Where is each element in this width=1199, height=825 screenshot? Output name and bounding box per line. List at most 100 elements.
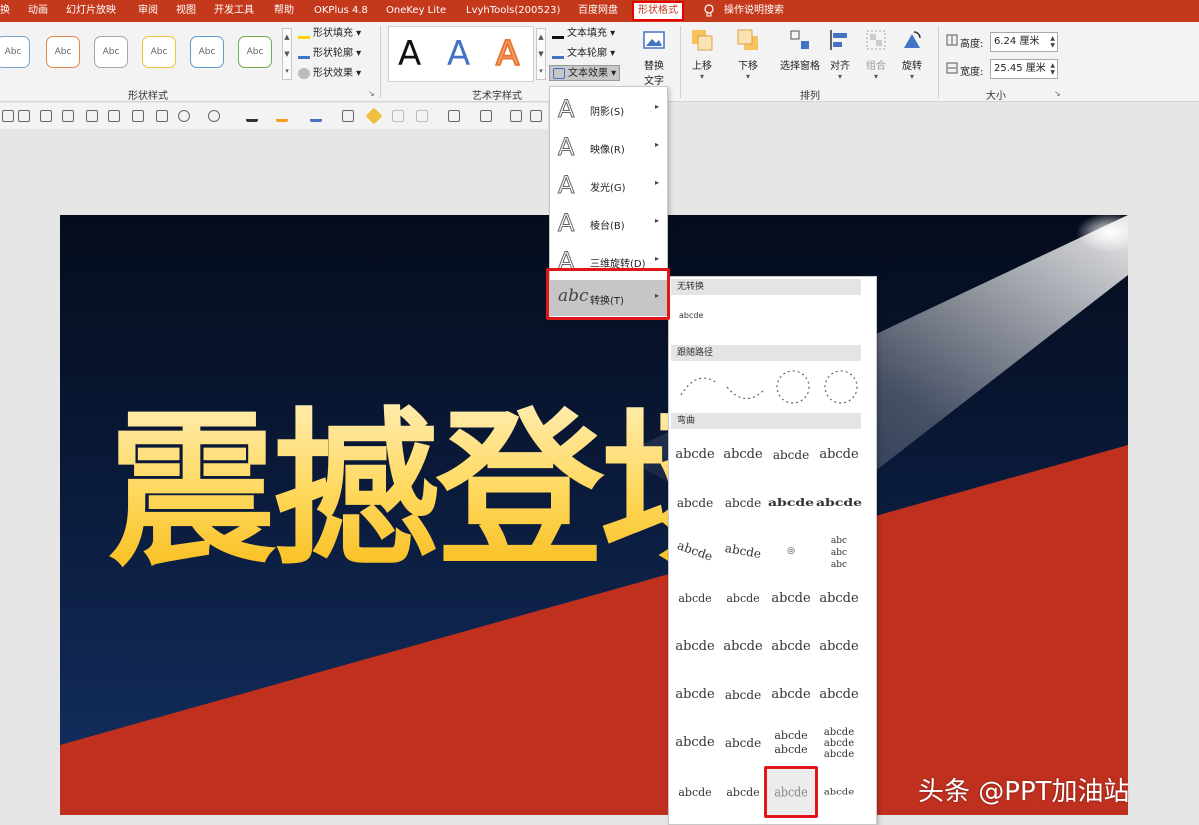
toolbar-icon[interactable]	[416, 110, 428, 122]
warp-option[interactable]: abcde	[815, 777, 863, 809]
send-backward-button[interactable]: 下移 ▾	[736, 28, 760, 81]
tab-help[interactable]: 帮助	[274, 0, 294, 22]
toolbar-icon[interactable]	[86, 110, 98, 122]
warp-option[interactable]: abcde	[719, 675, 767, 715]
toolbar-icon[interactable]	[480, 110, 492, 122]
tell-me-search[interactable]: 操作说明搜索	[724, 0, 784, 22]
wordart-scroll[interactable]: ▲ ▼ ▾	[536, 28, 546, 80]
menu-item-shadow[interactable]: A 阴影(S) ▸	[550, 91, 667, 127]
shape-fill-button[interactable]: 形状填充 ▾	[298, 26, 361, 42]
pen-color-icon[interactable]	[310, 110, 322, 122]
toolbar-icon[interactable]	[2, 110, 14, 122]
menu-item-reflection[interactable]: A 映像(R) ▸	[550, 129, 667, 165]
shape-effects-button[interactable]: 形状效果 ▾	[298, 66, 361, 82]
warp-option[interactable]: abcde	[671, 723, 719, 763]
toolbar-icon[interactable]	[62, 110, 74, 122]
menu-item-glow[interactable]: A 发光(G) ▸	[550, 167, 667, 203]
shape-style-swatch[interactable]: Abc	[238, 36, 272, 68]
shape-outline-button[interactable]: 形状轮廓 ▾	[298, 46, 361, 62]
follow-path-options[interactable]	[673, 365, 863, 411]
star-icon[interactable]	[392, 110, 404, 122]
warp-option[interactable]: abcde	[671, 579, 719, 619]
shape-style-swatch[interactable]: Abc	[142, 36, 176, 68]
highlight-icon[interactable]	[276, 110, 288, 122]
tab-developer[interactable]: 开发工具	[214, 0, 254, 22]
toolbar-icon[interactable]	[132, 110, 144, 122]
alt-text-button[interactable]: 替换 文字	[642, 28, 666, 87]
warp-option[interactable]: abcde	[671, 675, 719, 715]
warp-option[interactable]: abcde	[719, 435, 767, 475]
warp-option[interactable]: abcde	[719, 723, 767, 763]
warp-option[interactable]: abcde	[719, 627, 767, 667]
tab-transitions[interactable]: 换	[0, 0, 10, 22]
toolbar-icon[interactable]	[448, 110, 460, 122]
warp-option[interactable]: abcde	[719, 483, 767, 523]
warp-option[interactable]: abcde	[815, 579, 863, 619]
warp-option[interactable]: abcde	[716, 527, 770, 575]
toolbar-icon[interactable]	[510, 110, 522, 122]
shape-style-swatch[interactable]: Abc	[46, 36, 80, 68]
text-effects-button[interactable]: 文本效果 ▾	[549, 65, 621, 81]
tab-animations[interactable]: 动画	[28, 0, 48, 22]
rotate-button[interactable]: 旋转 ▾	[900, 28, 924, 81]
toolbar-icon[interactable]	[40, 110, 52, 122]
tab-okplus[interactable]: OKPlus 4.8	[314, 0, 368, 22]
warp-option[interactable]: abcde	[719, 773, 767, 813]
tab-view[interactable]: 视图	[176, 0, 196, 22]
width-spinner[interactable]: ▲ ▼	[1050, 62, 1055, 76]
warp-option[interactable]: abcde	[767, 627, 815, 667]
warp-option[interactable]: abcde	[666, 524, 725, 578]
warp-option[interactable]: abcde	[767, 675, 815, 715]
selection-pane-button[interactable]: 选择窗格	[780, 28, 820, 72]
warp-option[interactable]: abcde abcde	[767, 723, 815, 763]
warp-option[interactable]: abcde	[767, 435, 815, 475]
shape-style-swatch[interactable]: Abc	[94, 36, 128, 68]
warp-option[interactable]: abcde	[767, 489, 815, 517]
align-button[interactable]: 对齐 ▾	[828, 28, 852, 81]
width-input[interactable]: 25.45 厘米 ▲ ▼	[990, 59, 1058, 79]
height-input[interactable]: 6.24 厘米 ▲ ▼	[990, 32, 1058, 52]
menu-item-bevel[interactable]: A 棱台(B) ▸	[550, 205, 667, 241]
warp-option[interactable]: abcde	[719, 579, 767, 619]
warp-option[interactable]: abcde	[671, 435, 719, 475]
height-spinner[interactable]: ▲ ▼	[1050, 35, 1055, 49]
toolbar-icon[interactable]	[108, 110, 120, 122]
toolbar-icon[interactable]	[208, 110, 220, 122]
wordart-style-blue[interactable]: A	[447, 34, 470, 74]
group-button[interactable]: 组合 ▾	[864, 28, 888, 81]
tab-onekey[interactable]: OneKey Lite	[386, 0, 446, 22]
wordart-style-orange[interactable]: A	[495, 33, 520, 75]
warp-option[interactable]: abc abc abc	[815, 531, 863, 571]
warp-option[interactable]: abcde	[671, 483, 719, 523]
tab-review[interactable]: 审阅	[138, 0, 158, 22]
shape-style-swatch[interactable]: Abc	[0, 36, 30, 68]
font-color-icon[interactable]	[246, 110, 258, 122]
size-dialog-launcher[interactable]: ↘	[1054, 89, 1061, 98]
bring-forward-button[interactable]: 上移 ▾	[690, 28, 714, 81]
gallery-scroll[interactable]: ▲ ▼ ▾	[282, 28, 292, 80]
toolbar-icon[interactable]	[342, 110, 354, 122]
shape-style-swatch[interactable]: Abc	[190, 36, 224, 68]
warp-option[interactable]: abcde	[815, 489, 863, 517]
wordart-style-black[interactable]: A	[398, 34, 421, 74]
toolbar-icon[interactable]	[18, 110, 30, 122]
text-outline-button[interactable]: 文本轮廓 ▾	[552, 46, 615, 62]
warp-option[interactable]: abcde	[815, 675, 863, 715]
tab-slideshow[interactable]: 幻灯片放映	[66, 0, 116, 22]
warp-option[interactable]: abcde	[671, 773, 719, 813]
brush-icon[interactable]	[365, 107, 383, 125]
warp-option[interactable]: abcde	[815, 435, 863, 475]
no-transform-option[interactable]: abcde	[679, 311, 703, 320]
shape-styles-dialog-launcher[interactable]: ↘	[368, 89, 375, 98]
toolbar-icon[interactable]	[178, 110, 190, 122]
warp-option[interactable]: abcde	[815, 627, 863, 667]
toolbar-icon[interactable]	[530, 110, 542, 122]
tab-baidu-netdisk[interactable]: 百度网盘	[578, 0, 618, 22]
warp-option[interactable]: abcde	[767, 579, 815, 619]
text-fill-button[interactable]: 文本填充 ▾	[552, 26, 615, 42]
warp-option[interactable]: ◎	[767, 531, 815, 571]
tab-lvyhtools[interactable]: LvyhTools(200523)	[466, 0, 560, 22]
warp-option[interactable]: abcde abcde abcde	[815, 723, 863, 763]
toolbar-icon[interactable]	[156, 110, 168, 122]
tab-shape-format[interactable]: 形状格式	[632, 1, 684, 21]
